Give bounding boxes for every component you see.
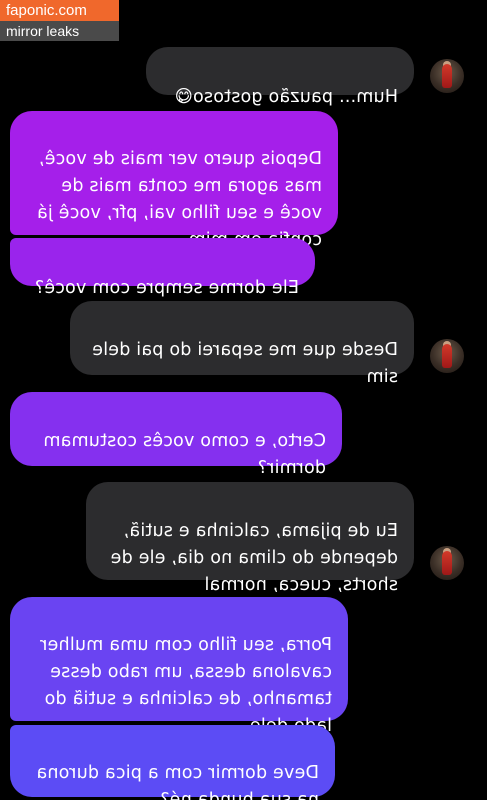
- message-text: Certo, e como vocês costumam dormir?: [43, 431, 326, 478]
- message-bubble-incoming[interactable]: Desde que me separei do pai dele sim: [70, 301, 414, 387]
- message-text: Porra, seu filho com uma mulher cavalona…: [40, 635, 332, 736]
- message-text: Eu de pijama, calcinha e sutiã, depende …: [110, 521, 398, 595]
- avatar[interactable]: [430, 546, 464, 580]
- avatar[interactable]: [430, 59, 464, 93]
- avatar-figure-shape: [442, 64, 452, 88]
- avatar-figure-shape: [442, 344, 452, 368]
- message-bubble-outgoing[interactable]: Porra, seu filho com uma mulher cavalona…: [10, 597, 348, 736]
- message-text: Deve dormir com a pica durona na sua bun…: [36, 763, 319, 800]
- message-bubble-incoming[interactable]: Hum... pauzão gostoso😋: [146, 47, 414, 107]
- avatar[interactable]: [430, 339, 464, 373]
- message-text: Ele dorme sempre com você?: [34, 278, 299, 298]
- message-text: Hum... pauzão gostoso😋: [174, 87, 398, 107]
- watermark-site: faponic.com: [0, 0, 119, 21]
- message-text: Desde que me separei do pai dele sim: [92, 340, 398, 387]
- message-bubble-outgoing[interactable]: Ele dorme sempre com você?: [10, 238, 315, 298]
- watermark-tagline: mirror leaks: [0, 21, 119, 41]
- message-bubble-outgoing[interactable]: Depois quero ver mais de você, mas agora…: [10, 111, 338, 250]
- message-bubble-outgoing[interactable]: Deve dormir com a pica durona na sua bun…: [10, 725, 335, 800]
- avatar-figure-shape: [442, 551, 452, 575]
- message-bubble-outgoing[interactable]: Certo, e como vocês costumam dormir?: [10, 392, 342, 478]
- message-bubble-incoming[interactable]: Eu de pijama, calcinha e sutiã, depende …: [86, 482, 414, 595]
- chat-screen: Hum... pauzão gostoso😋 Depois quero ver …: [0, 0, 487, 800]
